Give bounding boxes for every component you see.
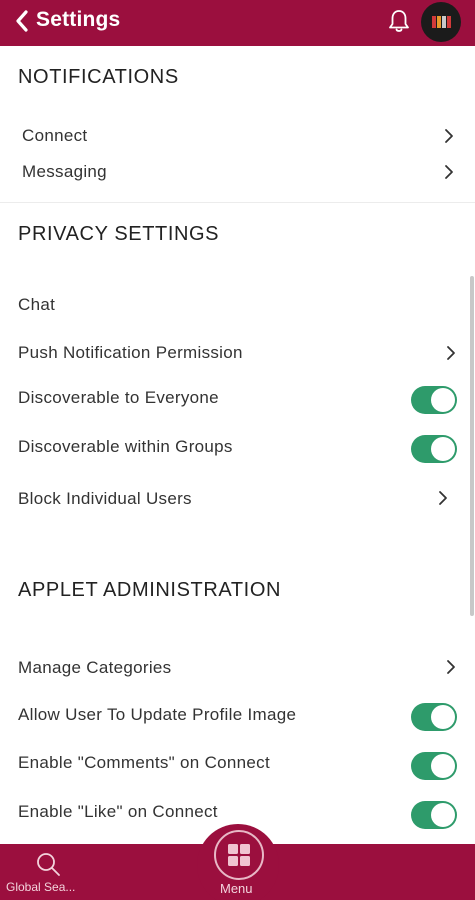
discoverable-everyone-label: Discoverable to Everyone	[18, 388, 219, 407]
toggle-knob	[431, 437, 455, 461]
chevron-right-icon	[443, 128, 455, 144]
allow-profile-image-toggle[interactable]	[411, 703, 457, 731]
notification-messaging-item[interactable]: Messaging	[22, 162, 107, 182]
section-privacy-title: PRIVACY SETTINGS	[18, 223, 220, 245]
divider	[0, 202, 475, 203]
chat-item[interactable]: Chat	[18, 295, 55, 315]
global-search-label[interactable]: Global Sea...	[6, 880, 75, 894]
toggle-knob	[431, 803, 455, 827]
app-header: Settings	[0, 0, 475, 46]
notification-connect-item[interactable]: Connect	[22, 126, 87, 146]
discoverable-groups-toggle[interactable]	[411, 435, 457, 463]
grid-icon	[228, 844, 250, 866]
enable-like-label: Enable "Like" on Connect	[18, 802, 218, 821]
push-permission-item[interactable]: Push Notification Permission	[18, 343, 243, 363]
toggle-knob	[431, 388, 455, 412]
settings-list[interactable]: NOTIFICATIONS Connect Messaging PRIVACY …	[0, 46, 475, 844]
toggle-knob	[431, 705, 455, 729]
toggle-knob	[431, 754, 455, 778]
chevron-right-icon	[445, 659, 457, 675]
discoverable-groups-label: Discoverable within Groups	[18, 437, 233, 456]
global-search-button[interactable]	[34, 850, 62, 878]
enable-comments-label: Enable "Comments" on Connect	[18, 753, 270, 772]
enable-like-toggle[interactable]	[411, 801, 457, 829]
chevron-right-icon	[445, 345, 457, 361]
section-notifications-title: NOTIFICATIONS	[18, 66, 179, 88]
manage-categories-item[interactable]: Manage Categories	[18, 658, 171, 678]
notifications-button[interactable]	[386, 7, 412, 35]
search-icon	[37, 853, 60, 876]
chevron-right-icon	[437, 490, 449, 506]
block-users-item[interactable]: Block Individual Users	[18, 489, 192, 509]
bell-icon	[389, 10, 409, 32]
section-applet-title: APPLET ADMINISTRATION	[18, 579, 282, 601]
enable-comments-toggle[interactable]	[411, 752, 457, 780]
chevron-right-icon	[443, 164, 455, 180]
allow-profile-image-label: Allow User To Update Profile Image	[18, 705, 297, 724]
menu-button[interactable]	[214, 830, 264, 880]
page-title: Settings	[36, 8, 121, 31]
profile-logo-icon	[432, 16, 451, 28]
menu-label[interactable]: Menu	[220, 881, 253, 896]
avatar[interactable]	[421, 2, 461, 42]
chevron-left-icon	[16, 10, 28, 32]
back-button[interactable]	[8, 6, 38, 36]
discoverable-everyone-toggle[interactable]	[411, 386, 457, 414]
scrollbar[interactable]	[470, 276, 474, 616]
